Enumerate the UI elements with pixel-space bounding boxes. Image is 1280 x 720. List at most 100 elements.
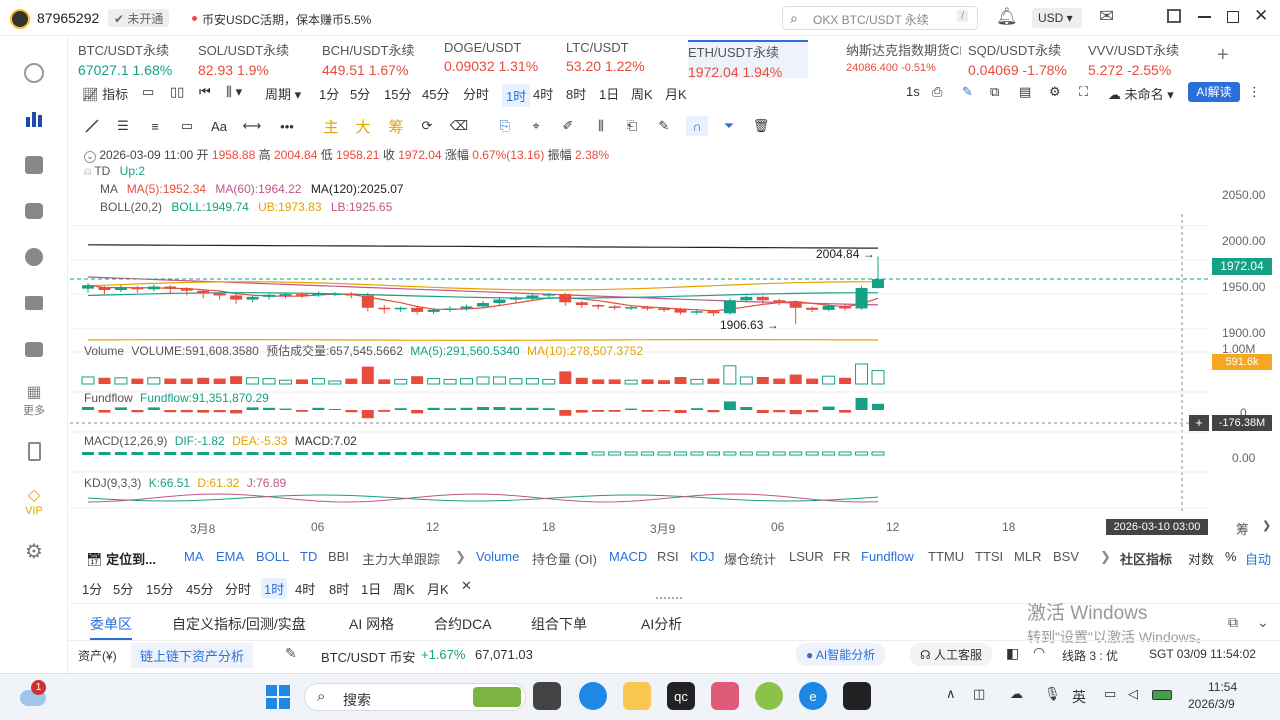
bottom-interval[interactable]: 分时 bbox=[222, 578, 254, 599]
tag-icon[interactable]: ⌖ bbox=[525, 116, 547, 136]
nav-news[interactable] bbox=[0, 142, 68, 188]
route-label[interactable]: 线路 3 : 优 bbox=[1062, 647, 1118, 664]
bottom-interval[interactable]: 月K bbox=[424, 578, 452, 599]
search-input[interactable]: OKX BTC/USDT 永续 bbox=[813, 11, 929, 28]
expand-icon[interactable]: ⛶ bbox=[1079, 84, 1088, 100]
ticker-tab[interactable]: LTC/USDT 53.20 1.22% bbox=[566, 40, 686, 78]
battery-icon[interactable] bbox=[1152, 690, 1172, 700]
main-indicator[interactable]: 主力大单跟踪 bbox=[362, 549, 440, 568]
rectangle-tool-icon[interactable]: ▭ bbox=[176, 116, 198, 136]
app-qc-icon[interactable]: qc bbox=[667, 682, 695, 710]
collapse-right-icon[interactable]: ❯ bbox=[1262, 519, 1271, 532]
percent-toggle[interactable]: % bbox=[1225, 549, 1237, 564]
layout-name-select[interactable]: ☁ 未命名 ▾ bbox=[1108, 84, 1174, 103]
settings-icon[interactable]: ⚙ bbox=[1049, 84, 1061, 100]
add-ticker-button[interactable]: + bbox=[1217, 44, 1229, 67]
sub-indicator[interactable]: BSV bbox=[1053, 549, 1079, 564]
ticker-tab[interactable]: 纳斯达克指数期货CFD 24086.400 -0.51% bbox=[846, 40, 966, 78]
app-green-icon[interactable] bbox=[755, 682, 783, 710]
ime-label[interactable]: 英 bbox=[1072, 687, 1086, 707]
service-button[interactable]: ☊ 人工客服 bbox=[910, 643, 993, 666]
alert-icon[interactable]: ⍝ bbox=[84, 164, 91, 178]
sub-indicator[interactable]: KDJ bbox=[690, 549, 715, 564]
log-scale-toggle[interactable]: 对数 bbox=[1188, 549, 1214, 568]
nav-vip[interactable]: ◇ VIP bbox=[0, 474, 68, 528]
text-tool-icon[interactable]: Aa bbox=[208, 116, 230, 136]
clipboard-icon[interactable]: ⎗ bbox=[621, 116, 643, 136]
calendar-icon[interactable]: ▭ bbox=[142, 84, 154, 100]
main-indicator[interactable]: BBI bbox=[328, 549, 349, 564]
file-explorer-icon[interactable] bbox=[623, 682, 651, 710]
ticker-tab[interactable]: SQD/USDT永续 0.04069 -1.78% bbox=[968, 40, 1088, 78]
nav-discover[interactable] bbox=[0, 50, 68, 96]
minimize-panel-icon[interactable]: ⧉ bbox=[1228, 614, 1238, 631]
ticker-tab[interactable]: BCH/USDT永续 449.51 1.67% bbox=[322, 40, 442, 78]
sub-indicator[interactable]: 持仓量 (OI) bbox=[532, 549, 597, 568]
period-select[interactable]: 周期 ▾ bbox=[265, 84, 301, 103]
minimize-button[interactable] bbox=[1198, 16, 1211, 18]
channel-tool-icon[interactable]: ≡ bbox=[144, 116, 166, 136]
measure-tool-icon[interactable]: ⟷ bbox=[241, 116, 263, 136]
interval-button[interactable]: 8时 bbox=[566, 84, 586, 103]
interval-button[interactable]: 1分 bbox=[319, 84, 339, 103]
main-indicator[interactable]: BOLL bbox=[256, 549, 289, 564]
clock-time[interactable]: 11:54 bbox=[1208, 680, 1237, 694]
fullscreen-icon[interactable] bbox=[1167, 9, 1181, 23]
popout-icon[interactable]: ⧉ bbox=[990, 84, 999, 100]
main-force-button[interactable]: 主 bbox=[320, 116, 342, 136]
clock-date[interactable]: 2026/3/9 bbox=[1188, 697, 1235, 711]
copy-icon[interactable]: ⎘ bbox=[494, 116, 516, 136]
interval-button[interactable]: 1日 bbox=[599, 84, 619, 103]
bottom-tab[interactable]: AI分析 bbox=[641, 614, 682, 634]
crosshair-add-button[interactable]: + bbox=[1189, 415, 1209, 431]
edge-icon[interactable] bbox=[579, 682, 607, 710]
sub-indicator[interactable]: RSI bbox=[657, 549, 679, 564]
chain-analysis-button[interactable]: 链上链下资产分析 bbox=[131, 643, 254, 668]
bottom-interval[interactable]: 15分 bbox=[143, 578, 176, 599]
chevron-right-icon[interactable]: ❯ bbox=[455, 549, 466, 565]
tray-speaker-icon[interactable]: ◁ bbox=[1128, 686, 1138, 702]
start-button[interactable] bbox=[266, 685, 290, 709]
edit-icon[interactable]: ✎ bbox=[285, 645, 297, 662]
replay-icon[interactable]: ⏮ bbox=[199, 84, 211, 100]
bottom-tab[interactable]: 组合下单 bbox=[531, 614, 587, 634]
sub-indicator[interactable]: MACD bbox=[609, 549, 647, 564]
sub-indicator[interactable]: TTSI bbox=[975, 549, 1003, 564]
hline-tool-icon[interactable]: ☰ bbox=[112, 116, 134, 136]
main-indicator[interactable]: TD bbox=[300, 549, 317, 564]
bottom-interval[interactable]: 8时 bbox=[326, 578, 352, 599]
sync-icon[interactable]: ⟳ bbox=[416, 116, 438, 136]
search-box[interactable]: ⌕ OKX BTC/USDT 永续 / bbox=[782, 6, 978, 30]
nav-settings[interactable]: ⚙ bbox=[0, 528, 68, 574]
bottom-interval[interactable]: 5分 bbox=[110, 578, 136, 599]
eraser-icon[interactable]: ⌫ bbox=[448, 116, 470, 136]
indicator-button[interactable]: 📈︎ 指标 bbox=[82, 84, 128, 103]
interval-button[interactable]: 5分 bbox=[350, 84, 370, 103]
ticker-tab[interactable]: BTC/USDT永续 67027.1 1.68% bbox=[78, 40, 198, 78]
line-tool-icon[interactable] bbox=[81, 116, 103, 136]
interval-button[interactable]: 15分 bbox=[384, 84, 411, 103]
app-music-icon[interactable] bbox=[711, 682, 739, 710]
tray-monitor-icon[interactable]: ▭ bbox=[1104, 686, 1116, 702]
interval-button[interactable]: 45分 bbox=[422, 84, 449, 103]
tray-expand-icon[interactable]: ∧ bbox=[946, 686, 956, 702]
account-id[interactable]: 87965292 bbox=[37, 10, 99, 26]
bottom-interval[interactable]: 周K bbox=[390, 578, 418, 599]
nav-wallet[interactable] bbox=[0, 280, 68, 326]
bottom-interval[interactable]: 1日 bbox=[358, 578, 384, 599]
bottom-interval[interactable]: 4时 bbox=[292, 578, 318, 599]
sub-indicator[interactable]: Fundflow bbox=[861, 549, 914, 564]
more-vertical-icon[interactable]: ⋮ bbox=[1248, 84, 1261, 100]
chip-button[interactable]: 筹 bbox=[385, 116, 407, 136]
ticker-tab[interactable]: SOL/USDT永续 82.93 1.9% bbox=[198, 40, 318, 78]
status-pair[interactable]: BTC/USDT 币安 bbox=[321, 647, 415, 666]
bell-icon[interactable]: 🔔︎ bbox=[996, 7, 1018, 27]
close-panel-icon[interactable]: ⌄ bbox=[1257, 614, 1269, 631]
layout-icon[interactable]: ▯▯ bbox=[170, 84, 184, 100]
microphone-icon[interactable]: 🎙︎ bbox=[1044, 686, 1061, 702]
notice-text[interactable]: 币安USDC活期，保本赚币5.5% bbox=[202, 11, 371, 28]
pen-icon[interactable]: ✎ bbox=[962, 84, 973, 100]
interval-button[interactable]: 1时 bbox=[502, 84, 531, 107]
trash-icon[interactable]: 🗑︎ bbox=[750, 116, 772, 136]
recorder-icon[interactable] bbox=[843, 682, 871, 710]
